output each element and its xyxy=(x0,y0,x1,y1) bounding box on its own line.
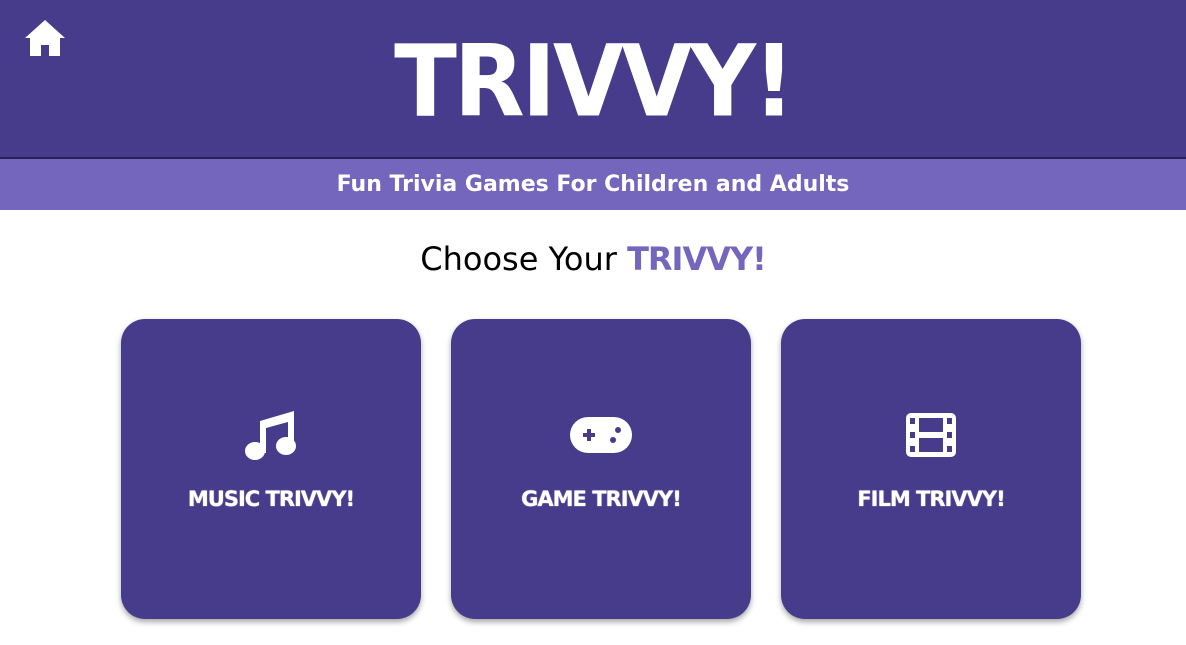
gamepad-icon xyxy=(570,417,632,453)
card-label: MUSIC TRIVVY! xyxy=(187,487,355,511)
music-trivvy-card[interactable]: MUSIC TRIVVY! xyxy=(121,319,421,619)
card-label: FILM TRIVVY! xyxy=(857,487,1005,511)
heading-prefix: Choose Your xyxy=(420,240,628,278)
film-trivvy-card[interactable]: FILM TRIVVY! xyxy=(781,319,1081,619)
site-logo[interactable]: TRIVVY! xyxy=(0,27,1186,136)
site-header: TRIVVY! xyxy=(0,0,1186,159)
music-note-icon xyxy=(245,411,296,460)
page-heading: Choose Your TRIVVY! xyxy=(0,236,1186,282)
tagline-text: Fun Trivia Games For Children and Adults xyxy=(336,172,850,197)
tagline-bar: Fun Trivia Games For Children and Adults xyxy=(0,159,1186,210)
card-label: GAME TRIVVY! xyxy=(521,487,682,511)
game-trivvy-card[interactable]: GAME TRIVVY! xyxy=(451,319,751,619)
heading-brand: TRIVVY! xyxy=(627,240,767,278)
film-icon xyxy=(906,413,956,457)
